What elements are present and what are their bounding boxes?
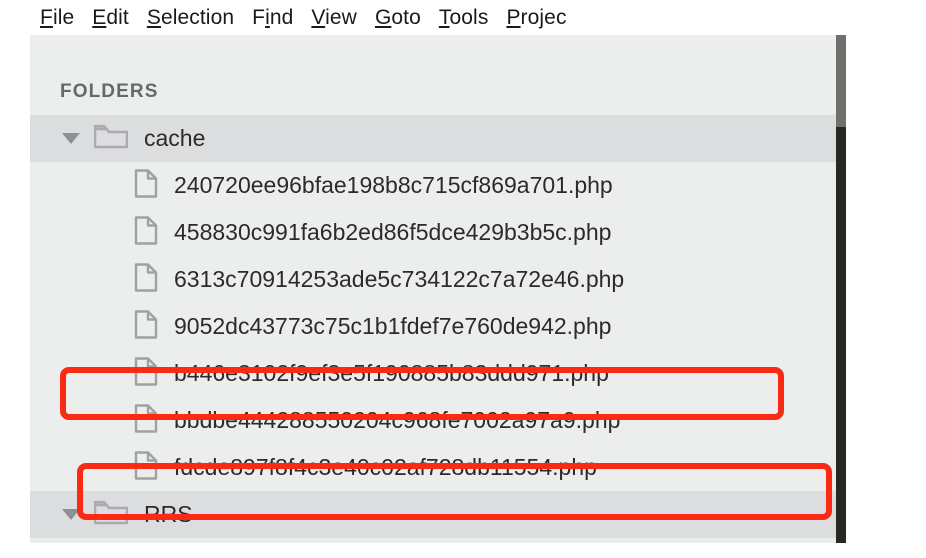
file-icon [134,215,158,250]
menu-mnemonic: T [438,5,450,29]
file-icon [134,262,158,297]
file-name-label: 9052dc43773c75c1b1fdef7e760de942.php [174,313,612,339]
file-icon [134,168,158,203]
folders-header-label: FOLDERS [60,81,159,102]
tree-folder-row[interactable]: RRS [30,491,846,538]
menu-item-edit[interactable]: Edit [83,6,138,30]
file-name-label: b446e3102f9ef3e5f190885b83ddd971.php [174,360,609,386]
menu-label-suffix: ools [449,5,489,29]
file-icon [134,403,158,438]
file-icon [134,309,158,344]
menu-mnemonic: V [311,5,326,29]
folders-header: FOLDERS [30,35,846,115]
tree-file-row[interactable]: bbdbe444288550204c968fe7002a97a9.php [30,397,846,444]
menu-item-view[interactable]: View [302,6,366,30]
menu-mnemonic: P [506,5,521,29]
file-icon-svg [134,403,158,433]
file-icon-svg [134,450,158,480]
file-name-label: 6313c70914253ade5c734122c7a72e46.php [174,266,625,292]
vertical-scrollbar-thumb[interactable] [836,35,846,127]
folder-name-label: RRS [144,501,193,527]
menu-mnemonic: S [146,5,161,29]
menu-label-suffix: dit [106,5,129,29]
file-icon-svg [134,309,158,339]
file-icon [134,356,158,391]
tree-file-row[interactable]: fdcde897f8f4c3e40c02af728db11554.php [30,444,846,491]
file-icon-svg [134,356,158,386]
folder-icon-svg [93,124,129,149]
menu-item-goto[interactable]: Goto [366,6,430,30]
tree-file-row[interactable]: 240720ee96bfae198b8c715cf869a701.php [30,162,846,209]
folder-icon [93,499,129,530]
folder-name-label: cache [144,125,206,151]
menu-mnemonic: G [374,5,392,29]
chevron-down-icon[interactable] [62,133,80,144]
file-icon [134,450,158,485]
menu-bar: File Edit Selection Find View Goto Tools Projec [0,0,926,35]
tree-file-row[interactable]: b446e3102f9ef3e5f190885b83ddd971.php [30,350,846,397]
menu-label-suffix: oto [391,5,421,29]
file-name-label: 458830c991fa6b2ed86f5dce429b3b5c.php [174,219,612,245]
menu-mnemonic: E [92,5,107,29]
file-name-label: bbdbe444288550204c968fe7002a97a9.php [174,407,621,433]
file-name-label: fdcde897f8f4c3e40c02af728db11554.php [174,454,597,480]
menu-label-suffix: nd [269,5,294,29]
tree-folder-row[interactable]: cache [30,115,846,162]
menu-mnemonic: F [40,5,53,29]
chevron-down-icon[interactable] [62,509,80,520]
menu-item-file[interactable]: File [31,6,83,30]
menu-label-suffix: rojec [520,5,567,29]
menu-label-suffix: iew [325,5,357,29]
folder-icon [93,123,129,154]
folders-sidebar: FOLDERS cache 240720ee96bfae198b8c715cf86… [30,35,846,543]
folder-icon-svg [93,500,129,525]
tree-file-row[interactable]: 6313c70914253ade5c734122c7a72e46.php [30,256,846,303]
tree-file-row[interactable]: 458830c991fa6b2ed86f5dce429b3b5c.php [30,209,846,256]
menu-label-suffix: election [160,5,235,29]
file-icon-svg [134,215,158,245]
menu-label-suffix: ile [52,5,75,29]
menu-label-prefix: F [252,5,266,29]
file-icon-svg [134,262,158,292]
file-name-label: 240720ee96bfae198b8c715cf869a701.php [174,172,613,198]
tree-file-row[interactable]: 9052dc43773c75c1b1fdef7e760de942.php [30,303,846,350]
menu-item-project[interactable]: Projec [497,6,575,30]
menu-item-selection[interactable]: Selection [138,6,243,30]
menu-item-find[interactable]: Find [243,6,302,30]
menu-item-tools[interactable]: Tools [430,6,498,30]
file-icon-svg [134,168,158,198]
